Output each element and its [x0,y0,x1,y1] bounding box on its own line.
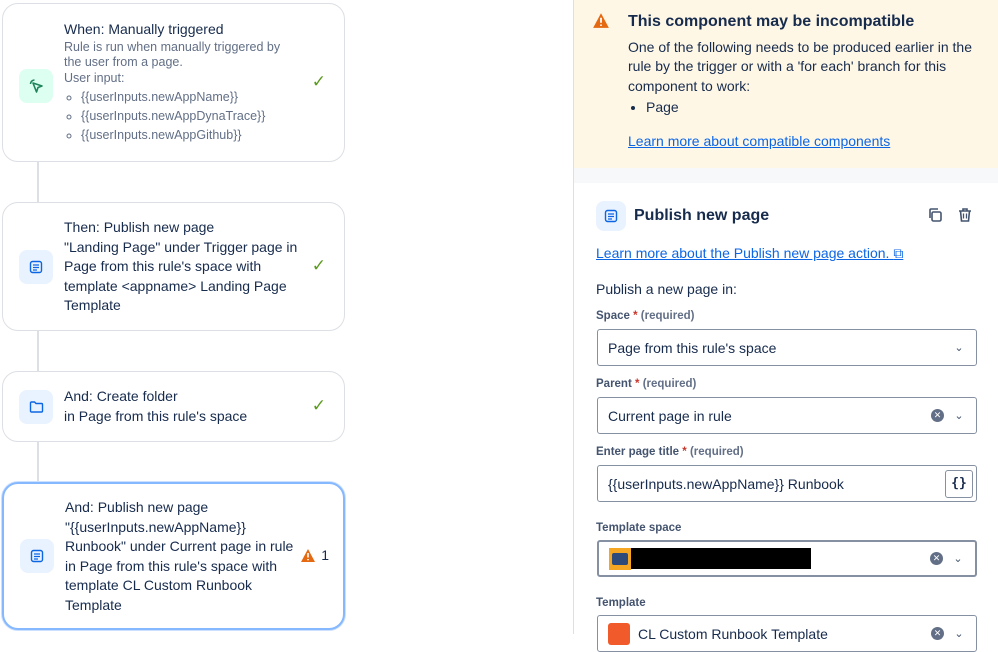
card-title: When: Manually triggered [64,21,224,37]
user-input-item: {{userInputs.newAppName}} [81,89,299,105]
connector [37,162,39,202]
banner-item: Page [646,98,983,118]
page-title-value: {{userInputs.newAppName}} Runbook [608,475,844,492]
card-description: "{{userInputs.newAppName}} Runbook" unde… [65,518,294,613]
page-icon [596,201,626,231]
rule-canvas: When: Manually triggered Rule is run whe… [0,0,573,634]
page-title-input[interactable]: {{userInputs.newAppName}} Runbook {} [597,465,977,502]
warning-icon [593,13,609,28]
config-panel: This component may be incompatible One o… [573,0,998,652]
user-input-item: {{userInputs.newAppDynaTrace}} [81,108,299,124]
smart-value-button[interactable]: {} [945,469,973,498]
publish-intro: Publish a new page in: [596,281,737,297]
user-input-label: User input: [64,70,125,85]
chevron-down-icon[interactable]: ⌄ [951,552,965,565]
card-title: And: Create folder [64,388,178,404]
banner-title: This component may be incompatible [628,13,915,30]
banner-body: One of the following needs to be produce… [628,38,973,94]
success-check-icon: ✓ [311,256,326,275]
redacted-space-name [631,548,811,569]
parent-label: Parent * (required) [596,378,697,390]
page-icon [19,250,53,284]
panel-title: Publish new page [634,207,770,224]
compatible-components-link[interactable]: Learn more about compatible components [628,133,890,149]
delete-icon[interactable] [957,207,973,223]
warning-icon [301,548,316,562]
card-description: Rule is run when manually triggered by t… [64,39,281,70]
template-space-label: Template space [596,522,682,534]
create-folder-card[interactable]: And: Create folder in Page from this rul… [2,371,345,442]
space-avatar-icon [609,547,631,570]
duplicate-icon[interactable] [927,207,943,223]
template-label: Template [596,597,646,609]
success-check-icon: ✓ [311,72,326,91]
space-select[interactable]: Page from this rule's space ⌄ [597,329,977,366]
card-description: in Page from this rule's space [64,407,248,424]
clear-icon[interactable]: ✕ [931,409,944,422]
page-icon [20,539,54,573]
user-input-item: {{userInputs.newAppGithub}} [81,127,299,143]
connector [37,442,39,482]
template-space-select[interactable]: ✕ ⌄ [597,540,977,577]
card-description: "Landing Page" under Trigger page in Pag… [64,238,298,314]
space-value: Page from this rule's space [608,339,777,356]
card-title: Then: Publish new page [64,219,215,235]
parent-select[interactable]: Current page in rule ✕ ⌄ [597,397,977,434]
card-title: And: Publish new page [65,499,209,515]
connector [37,331,39,371]
space-label: Space * (required) [596,310,695,322]
parent-value: Current page in rule [608,407,732,424]
warning-count: 1 [300,547,329,563]
chevron-down-icon[interactable]: ⌄ [952,409,966,422]
page-title-label: Enter page title * (required) [596,446,744,458]
chevron-down-icon[interactable]: ⌄ [952,341,966,354]
clear-icon[interactable]: ✕ [930,552,943,565]
external-link-icon: ⧉ [893,245,904,261]
success-check-icon: ✓ [311,396,326,415]
action-config: Publish new page Learn more about the Pu… [574,183,998,652]
warning-count-label: 1 [321,547,329,563]
learn-more-action-link[interactable]: Learn more about the Publish new page ac… [596,245,903,262]
trigger-cursor-icon [19,69,53,103]
publish-runbook-card[interactable]: And: Publish new page "{{userInputs.newA… [2,482,345,630]
folder-icon [19,390,53,424]
incompatible-warning-banner: This component may be incompatible One o… [574,0,998,168]
trigger-card[interactable]: When: Manually triggered Rule is run whe… [2,3,345,162]
publish-landing-page-card[interactable]: Then: Publish new page "Landing Page" un… [2,202,345,331]
